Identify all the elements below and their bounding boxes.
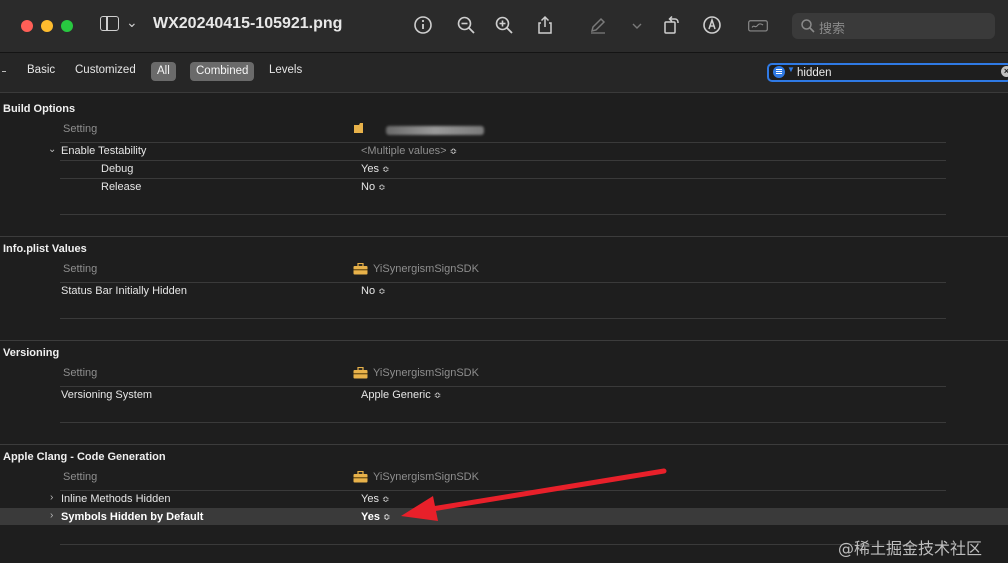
section-divider bbox=[0, 444, 1008, 445]
row-divider bbox=[60, 318, 946, 319]
minimize-window-button[interactable] bbox=[41, 20, 53, 32]
row-divider bbox=[60, 142, 946, 143]
toolbox-target-icon bbox=[353, 263, 368, 275]
section-divider bbox=[0, 340, 1008, 341]
setting-value[interactable]: Yes ≎ bbox=[361, 511, 391, 523]
rotate-icon[interactable] bbox=[660, 14, 682, 36]
stepper-icon: ≎ bbox=[382, 494, 390, 504]
zoom-out-icon[interactable] bbox=[455, 14, 477, 36]
toolbar-search-field[interactable]: 搜索 bbox=[792, 13, 995, 39]
row-divider bbox=[60, 422, 946, 423]
stepper-icon: ≎ bbox=[378, 182, 386, 192]
setting-name: Symbols Hidden by Default bbox=[61, 511, 204, 523]
chevron-down-icon[interactable]: ⌄ bbox=[126, 14, 138, 31]
row-divider bbox=[60, 490, 946, 491]
stepper-icon: ≎ bbox=[433, 390, 442, 400]
search-icon bbox=[801, 19, 815, 33]
share-icon[interactable] bbox=[534, 14, 556, 36]
row-divider bbox=[60, 178, 946, 179]
column-header-setting: Setting bbox=[63, 367, 98, 379]
filter-levels-button[interactable]: Levels bbox=[269, 64, 302, 76]
column-header-setting: Setting bbox=[63, 263, 98, 275]
info-icon[interactable] bbox=[412, 14, 434, 36]
setting-value[interactable]: Yes ≎ bbox=[361, 163, 390, 175]
stepper-icon: ≎ bbox=[449, 146, 458, 156]
zoom-window-button[interactable] bbox=[61, 20, 73, 32]
section-divider bbox=[0, 236, 1008, 237]
settings-filter-field[interactable]: ▼ × bbox=[767, 63, 1008, 82]
chevron-right-icon[interactable]: › bbox=[50, 510, 53, 521]
filter-combined-button[interactable]: Combined bbox=[190, 62, 255, 81]
setting-value[interactable]: Apple Generic ≎ bbox=[361, 389, 441, 401]
zoom-in-icon[interactable] bbox=[493, 14, 515, 36]
column-header-setting: Setting bbox=[63, 123, 98, 135]
chevron-right-icon[interactable]: › bbox=[50, 492, 53, 503]
window-titlebar: ⌄ WX20240415-105921.png 搜索 bbox=[0, 0, 1008, 53]
setting-name: Enable Testability bbox=[61, 145, 147, 157]
left-edge-mark bbox=[2, 71, 6, 72]
target-name: YiSynergismSignSDK bbox=[373, 471, 479, 483]
row-divider bbox=[60, 214, 946, 215]
filter-customized-button[interactable]: Customized bbox=[75, 64, 136, 76]
row-divider bbox=[60, 282, 946, 283]
chevron-down-icon[interactable]: ⌄ bbox=[48, 144, 56, 155]
target-name: YiSynergismSignSDK bbox=[373, 367, 479, 379]
stepper-icon: ≎ bbox=[382, 164, 390, 174]
sidebar-toggle-icon[interactable] bbox=[100, 16, 119, 31]
clear-filter-icon[interactable]: × bbox=[1001, 66, 1008, 77]
toolbox-target-icon bbox=[353, 471, 368, 483]
setting-name: Versioning System bbox=[61, 389, 153, 401]
filter-basic-button[interactable]: Basic bbox=[27, 64, 55, 76]
column-header-setting: Setting bbox=[63, 471, 98, 483]
row-divider bbox=[60, 386, 946, 387]
annotate-icon[interactable] bbox=[701, 14, 723, 36]
setting-value[interactable]: <Multiple values> ≎ bbox=[361, 145, 457, 157]
close-window-button[interactable] bbox=[21, 20, 33, 32]
markup-pen-icon[interactable] bbox=[587, 14, 609, 36]
chevron-down-icon[interactable] bbox=[626, 14, 642, 36]
section-title-apple-clang: Apple Clang - Code Generation bbox=[3, 451, 166, 463]
setting-name: Debug bbox=[101, 163, 134, 175]
redacted-target-name bbox=[386, 126, 484, 135]
toolbox-target-icon bbox=[353, 367, 368, 379]
target-folder-icon bbox=[354, 123, 363, 133]
filter-options-icon[interactable] bbox=[773, 66, 785, 78]
signature-icon[interactable] bbox=[747, 14, 773, 36]
settings-filter-input[interactable] bbox=[797, 65, 997, 80]
stepper-icon: ≎ bbox=[378, 286, 386, 296]
setting-name: Inline Methods Hidden bbox=[61, 493, 171, 505]
setting-value[interactable]: No ≎ bbox=[361, 285, 386, 297]
setting-name: Status Bar Initially Hidden bbox=[61, 285, 187, 297]
filter-all-button[interactable]: All bbox=[151, 62, 176, 81]
section-title-build-options: Build Options bbox=[3, 103, 76, 115]
search-placeholder: 搜索 bbox=[819, 22, 846, 37]
chevron-down-icon[interactable]: ▼ bbox=[787, 65, 795, 74]
window-title: WX20240415-105921.png bbox=[153, 15, 343, 32]
section-title-versioning: Versioning bbox=[3, 347, 60, 359]
target-name: YiSynergismSignSDK bbox=[373, 263, 479, 275]
stepper-icon: ≎ bbox=[383, 512, 391, 522]
setting-value[interactable]: Yes ≎ bbox=[361, 493, 390, 505]
watermark: @稀土掘金技术社区 bbox=[838, 539, 983, 558]
row-divider bbox=[60, 160, 946, 161]
row-divider bbox=[60, 544, 946, 545]
setting-name: Release bbox=[101, 181, 142, 193]
setting-value[interactable]: No ≎ bbox=[361, 181, 386, 193]
section-title-info-plist: Info.plist Values bbox=[3, 243, 87, 255]
